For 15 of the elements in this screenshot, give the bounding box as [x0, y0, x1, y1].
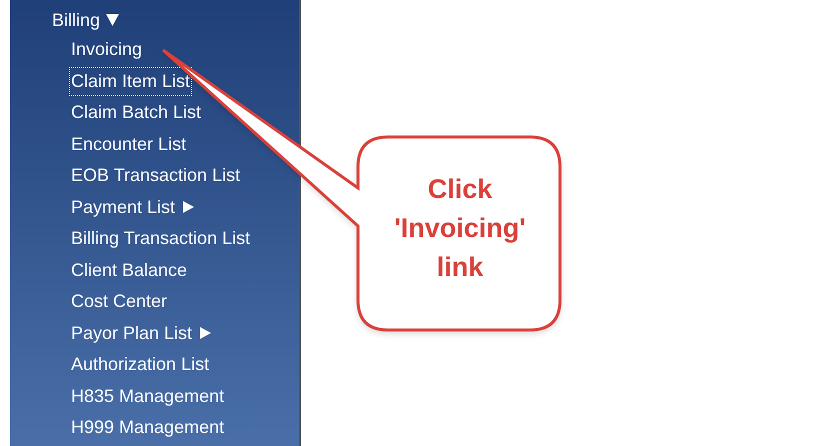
menu-link[interactable]: Billing Transaction List [70, 225, 252, 252]
menu-link[interactable]: Claim Batch List [70, 99, 202, 126]
menu-link[interactable]: Client Balance [70, 256, 188, 284]
menu-link[interactable]: Cost Center [70, 288, 168, 316]
menu-link[interactable]: Payment List [70, 194, 176, 221]
menu-link[interactable]: Claim Item List [70, 68, 192, 95]
menu-header[interactable]: Billing [10, 6, 299, 34]
menu-link[interactable]: H999 Management [70, 414, 226, 442]
menu-link[interactable]: Authorization List [70, 351, 210, 378]
menu-link[interactable]: Encounter List [70, 130, 188, 158]
callout-text: Click 'Invoicing' link [393, 173, 527, 284]
menu-link[interactable]: EOB Transaction List [70, 162, 242, 190]
menu-link[interactable]: Invoicing [70, 36, 144, 64]
menu-link[interactable]: H835 Management [70, 382, 226, 410]
menu-link[interactable]: Payor Plan List [70, 320, 194, 347]
